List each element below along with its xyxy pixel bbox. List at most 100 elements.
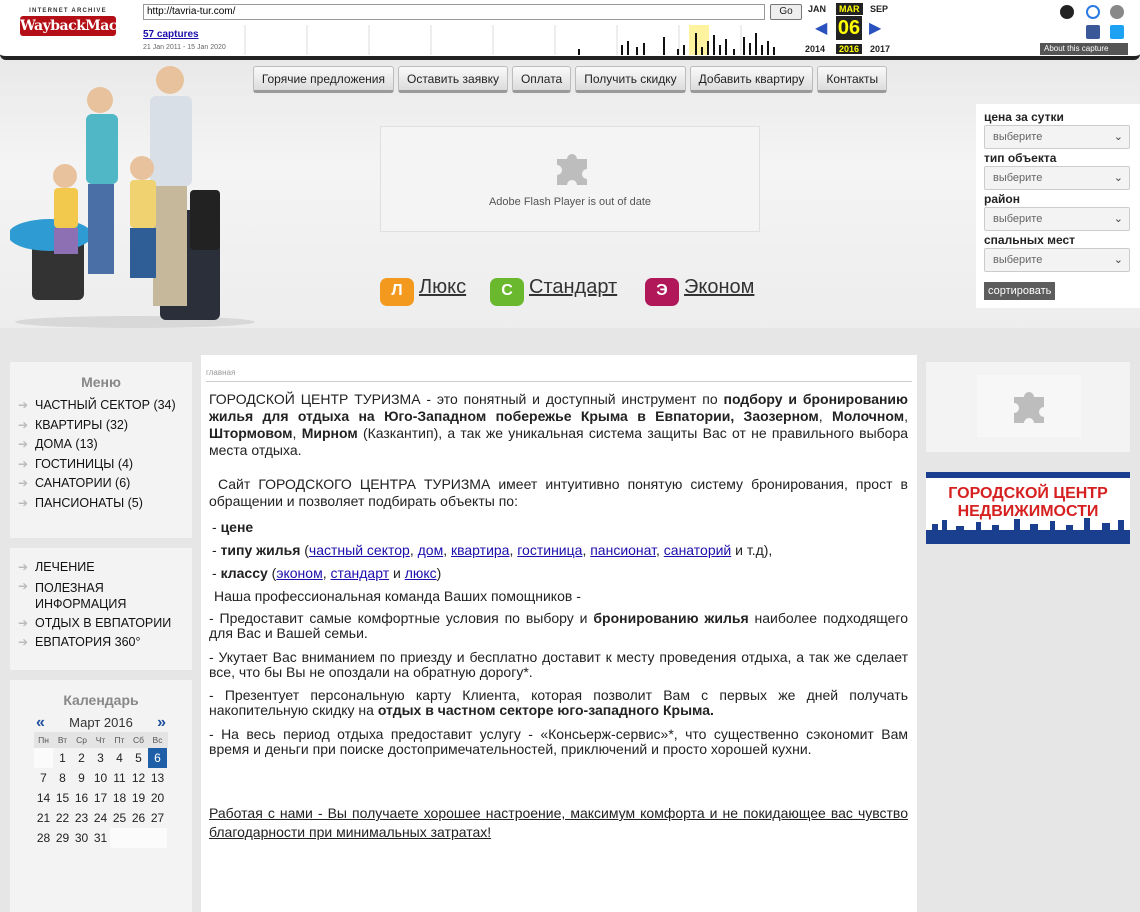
captures-link[interactable]: 57 captures <box>143 29 199 40</box>
class-standard-link[interactable]: С Стандарт <box>490 276 617 306</box>
filter-district-select[interactable]: выберите ⌄ <box>984 207 1130 231</box>
calendar-day[interactable]: 21 <box>34 808 53 828</box>
breadcrumb[interactable]: главная <box>206 368 235 377</box>
criteria-label: классу <box>220 565 268 581</box>
calendar-day[interactable]: 24 <box>91 808 110 828</box>
calendar-next-month[interactable]: » <box>157 714 166 732</box>
prev-capture-arrow-icon[interactable]: ◀ <box>815 18 827 38</box>
calendar-day[interactable]: 6 <box>148 748 167 768</box>
arrow-right-icon: ➔ <box>18 476 29 490</box>
calendar-day[interactable]: 16 <box>72 788 91 808</box>
filter-price-select[interactable]: выберите ⌄ <box>984 125 1130 149</box>
menu-item-useful-info[interactable]: ➔ ПОЛЕЗНАЯ ИНФОРМАЦИЯ <box>10 578 192 614</box>
calendar-day[interactable]: 9 <box>72 768 91 788</box>
about-capture-button[interactable]: About this capture <box>1040 43 1128 55</box>
nav-hot-offers[interactable]: Горячие предложения <box>252 66 394 93</box>
next-capture-arrow-icon[interactable]: ▶ <box>869 18 881 38</box>
intro-bold: Молочном <box>832 408 905 424</box>
filter-type-select[interactable]: выберите ⌄ <box>984 166 1130 190</box>
sparkline-bar <box>707 41 709 55</box>
calendar-day[interactable]: 10 <box>91 768 110 788</box>
real-estate-banner[interactable]: ГОРОДСКОЙ ЦЕНТР НЕДВИЖИМОСТИ <box>926 472 1130 544</box>
link-sanatorium[interactable]: санаторий <box>664 542 731 558</box>
right-plugin-placeholder[interactable] <box>977 375 1081 437</box>
year-next[interactable]: 2017 <box>870 44 890 54</box>
calendar-day[interactable]: 5 <box>129 748 148 768</box>
link-lux[interactable]: люкс <box>405 565 437 581</box>
sparkline-bar <box>701 47 703 55</box>
calendar-day[interactable]: 28 <box>34 828 53 848</box>
calendar-day[interactable]: 20 <box>148 788 167 808</box>
link-house[interactable]: дом <box>418 542 444 558</box>
calendar-day[interactable]: 1 <box>53 748 72 768</box>
calendar-empty-cell <box>148 828 167 848</box>
menu-item-sanatoriums[interactable]: ➔ САНАТОРИИ (6) <box>10 474 192 494</box>
menu-item-treatment[interactable]: ➔ ЛЕЧЕНИЕ <box>10 558 192 578</box>
captures-sparkline[interactable] <box>243 25 803 55</box>
twitter-icon[interactable] <box>1110 25 1124 39</box>
menu-item-label: ДОМА (13) <box>35 437 98 451</box>
calendar-day[interactable]: 2 <box>72 748 91 768</box>
calendar-day[interactable]: 31 <box>91 828 110 848</box>
economy-badge-icon: Э <box>645 278 679 306</box>
wayback-go-button[interactable]: Go <box>770 4 802 20</box>
sort-button[interactable]: сортировать <box>984 282 1056 300</box>
user-icon[interactable] <box>1060 5 1074 19</box>
link-boarding-house[interactable]: пансионат <box>590 542 656 558</box>
calendar-day[interactable]: 12 <box>129 768 148 788</box>
calendar-day[interactable]: 27 <box>148 808 167 828</box>
calendar-day[interactable]: 30 <box>72 828 91 848</box>
nav-payment[interactable]: Оплата <box>511 66 572 93</box>
filter-beds-select[interactable]: выберите ⌄ <box>984 248 1130 272</box>
facebook-icon[interactable] <box>1086 25 1100 39</box>
calendar-day[interactable]: 26 <box>129 808 148 828</box>
calendar-day[interactable]: 3 <box>91 748 110 768</box>
sparkline-bar <box>733 49 735 55</box>
menu-item-rest-evpatoria[interactable]: ➔ ОТДЫХ В ЕВПАТОРИИ <box>10 614 192 634</box>
calendar-day[interactable]: 19 <box>129 788 148 808</box>
link-private-sector[interactable]: частный сектор <box>309 542 410 558</box>
link-hotel[interactable]: гостиница <box>517 542 582 558</box>
calendar-day[interactable]: 4 <box>110 748 129 768</box>
calendar-day[interactable]: 7 <box>34 768 53 788</box>
calendar-prev-month[interactable]: « <box>36 714 45 732</box>
year-prev[interactable]: 2014 <box>805 44 825 54</box>
menu-item-apartments[interactable]: ➔ КВАРТИРЫ (32) <box>10 416 192 436</box>
nav-leave-request[interactable]: Оставить заявку <box>397 66 508 93</box>
menu-item-houses[interactable]: ➔ ДОМА (13) <box>10 435 192 455</box>
offer-paragraph-4: - На весь период отдыха предоставит услу… <box>209 726 908 757</box>
month-next[interactable]: SEP <box>870 4 888 14</box>
class-economy-link[interactable]: Э Эконом <box>645 276 754 306</box>
link-economy[interactable]: эконом <box>276 565 322 581</box>
menu-item-hotels[interactable]: ➔ ГОСТИНИЦЫ (4) <box>10 455 192 475</box>
calendar-day[interactable]: 11 <box>110 768 129 788</box>
wayback-logo[interactable]: INTERNET ARCHIVE WaybackMachine <box>20 8 150 42</box>
flash-placeholder[interactable]: Adobe Flash Player is out of date <box>380 126 760 232</box>
calendar-day[interactable]: 8 <box>53 768 72 788</box>
calendar-day[interactable]: 25 <box>110 808 129 828</box>
nav-contacts[interactable]: Контакты <box>817 66 888 93</box>
calendar-day[interactable]: 14 <box>34 788 53 808</box>
criteria-type: - типу жилья (частный сектор, дом, кварт… <box>212 542 773 558</box>
nav-get-discount[interactable]: Получить скидку <box>575 66 686 93</box>
calendar-day[interactable]: 22 <box>53 808 72 828</box>
class-lux-link[interactable]: Л Люкс <box>380 276 466 306</box>
wayback-url-input[interactable]: http://tavria-tur.com/ <box>143 4 765 20</box>
month-prev[interactable]: JAN <box>808 4 826 14</box>
calendar-day[interactable]: 18 <box>110 788 129 808</box>
plugin-icon <box>1014 392 1044 423</box>
sparkline-bar <box>743 37 745 55</box>
calendar-day[interactable]: 17 <box>91 788 110 808</box>
calendar-day[interactable]: 13 <box>148 768 167 788</box>
nav-add-apartment[interactable]: Добавить квартиру <box>689 66 814 93</box>
calendar-day[interactable]: 29 <box>53 828 72 848</box>
link-apartment[interactable]: квартира <box>451 542 509 558</box>
help-icon[interactable] <box>1086 5 1100 19</box>
menu-item-boarding-houses[interactable]: ➔ ПАНСИОНАТЫ (5) <box>10 494 192 514</box>
menu-item-private-sector[interactable]: ➔ ЧАСТНЫЙ СЕКТОР (34) <box>10 396 192 416</box>
calendar-day[interactable]: 23 <box>72 808 91 828</box>
close-icon[interactable] <box>1110 5 1124 19</box>
menu-item-evpatoria-360[interactable]: ➔ ЕВПАТОРИЯ 360° <box>10 633 192 653</box>
link-standard[interactable]: стандарт <box>330 565 389 581</box>
calendar-day[interactable]: 15 <box>53 788 72 808</box>
